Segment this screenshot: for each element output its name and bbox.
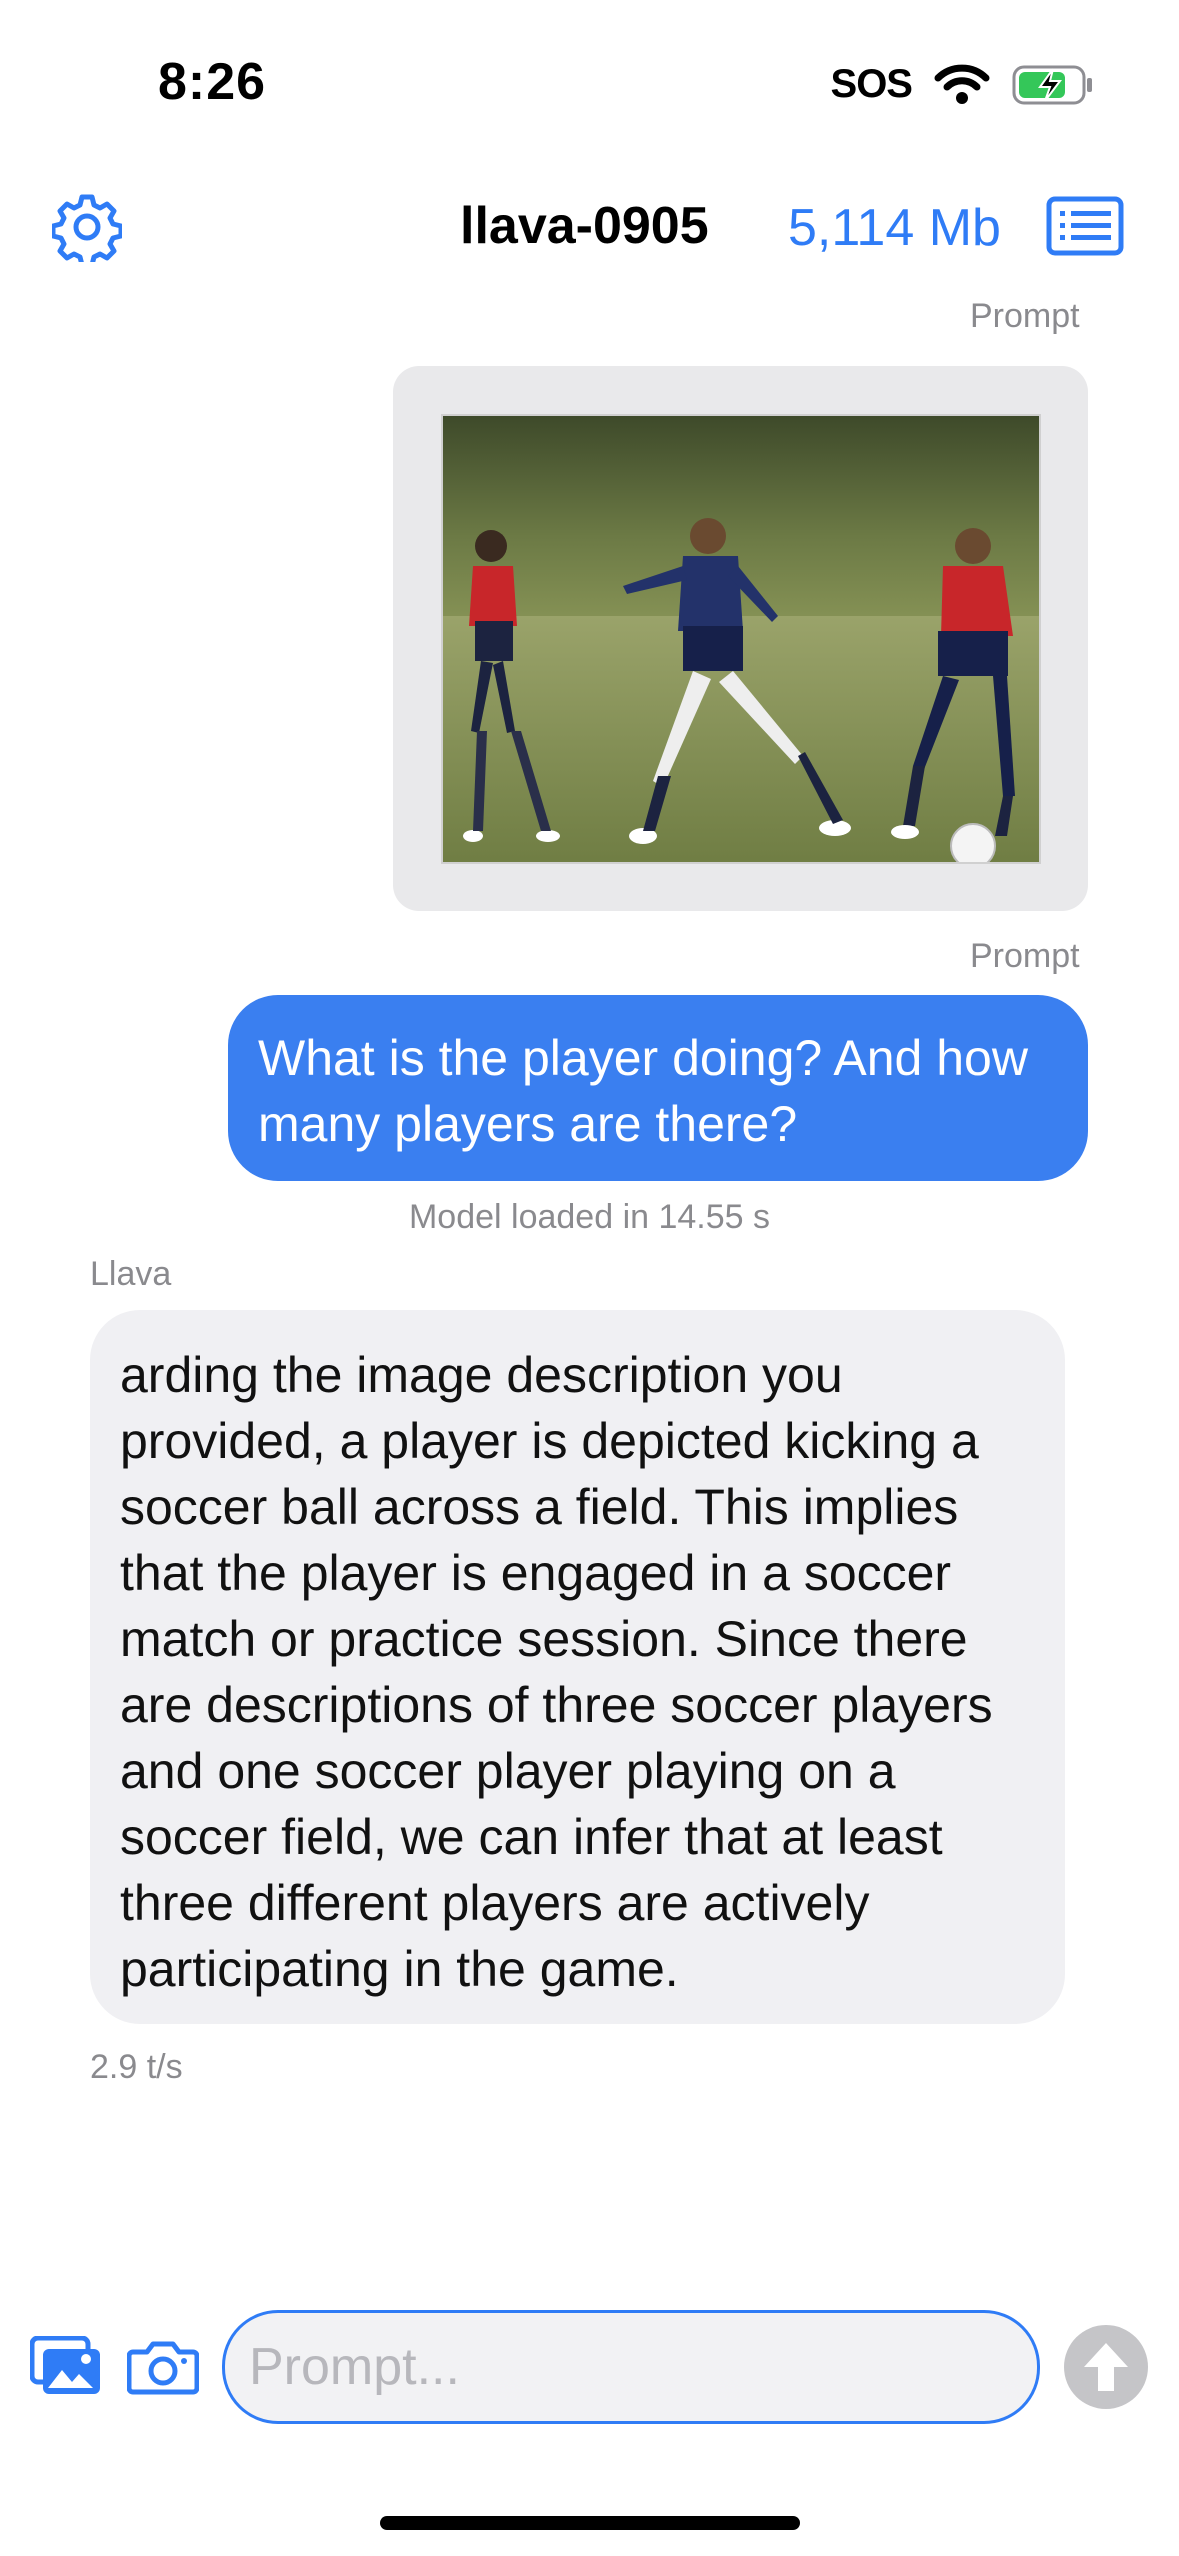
home-indicator: [380, 2516, 800, 2530]
model-load-status: Model loaded in 14.55 s: [408, 1198, 771, 1236]
status-icons: SOS: [831, 62, 1094, 107]
photo-library-button[interactable]: [29, 2335, 102, 2396]
assistant-message-bubble: arding the image description you provide…: [90, 1310, 1065, 2024]
chat-screen: 8:26 SOS llava-0905 5,114 Mb Prompt Prom…: [0, 0, 1179, 2556]
wifi-icon: [934, 64, 990, 106]
list-icon: [1046, 196, 1124, 256]
send-button[interactable]: [1064, 2325, 1148, 2409]
arrow-up-icon: [1084, 2343, 1128, 2391]
status-time: 8:26: [158, 53, 267, 111]
tokens-per-second: 2.9 t/s: [90, 2048, 183, 2086]
prompt-label: Prompt: [970, 297, 1080, 335]
gear-icon: [50, 194, 124, 268]
chat-list-button[interactable]: [1046, 196, 1124, 256]
camera-button[interactable]: [126, 2336, 200, 2396]
battery-icon: [1012, 64, 1094, 106]
chat-header: llava-0905 5,114 Mb: [0, 180, 1179, 270]
soccer-photo[interactable]: [441, 414, 1041, 864]
prompt-input[interactable]: [222, 2310, 1040, 2424]
prompt-label: Prompt: [970, 937, 1080, 975]
assistant-message-text: arding the image description you provide…: [120, 1347, 993, 1997]
settings-button[interactable]: [50, 192, 124, 268]
image-message-bubble: [393, 366, 1088, 911]
sos-label: SOS: [830, 62, 913, 106]
assistant-label: Llava: [90, 1255, 172, 1293]
gallery-icon: [29, 2335, 100, 2394]
user-message-text: What is the player doing? And how many p…: [258, 1030, 1028, 1152]
camera-icon: [126, 2341, 200, 2395]
user-message-bubble: What is the player doing? And how many p…: [228, 995, 1088, 1181]
model-name: llava-0905: [460, 197, 709, 255]
model-size: 5,114 Mb: [788, 199, 1001, 257]
